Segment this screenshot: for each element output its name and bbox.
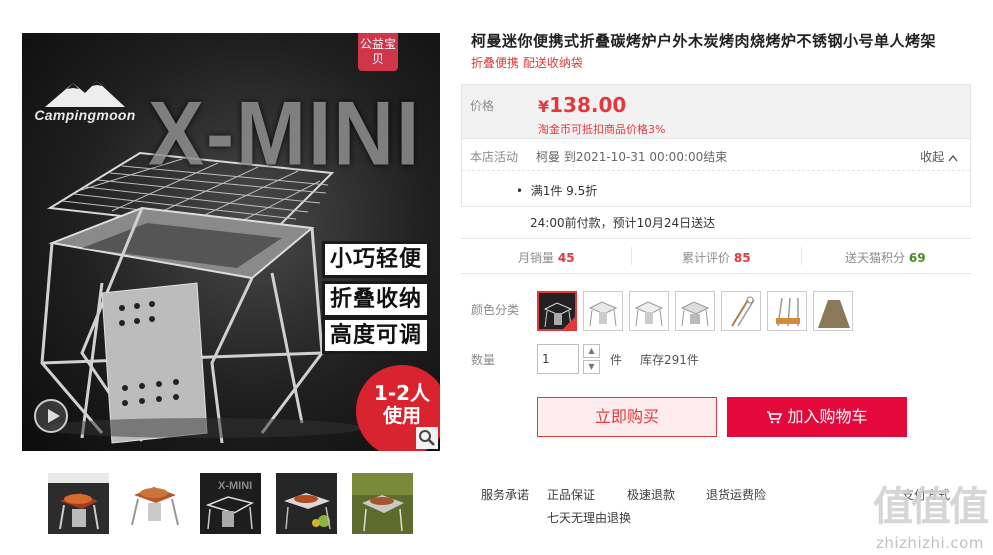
play-video-icon[interactable] <box>34 399 68 433</box>
chevron-up-icon <box>948 154 958 161</box>
people-usage: 使用 <box>382 405 421 427</box>
add-to-cart-button[interactable]: 加入购物车 <box>727 397 907 437</box>
delivery-estimate: 24:00前付款，预计10月24日送达 <box>530 216 716 230</box>
quantity-input[interactable]: 1 <box>537 344 579 374</box>
zoom-icon[interactable] <box>416 427 438 449</box>
add-to-cart-label: 加入购物车 <box>787 407 868 426</box>
color-option[interactable] <box>813 291 853 331</box>
color-label: 颜色分类 <box>471 303 520 317</box>
watermark-brand: 值值值 <box>873 484 989 530</box>
increase-button[interactable]: ▲ <box>583 344 600 358</box>
stock-count: 库存291件 <box>640 353 699 367</box>
quantity-label: 数量 <box>471 353 496 367</box>
quantity-unit: 件 <box>610 353 623 367</box>
watermark: 值值值 zhizhizhi.com <box>873 474 989 552</box>
selected-check-icon <box>563 317 575 329</box>
promotion-rule: • 满1件 9.5折 <box>516 182 597 199</box>
bullet-icon: • <box>516 184 524 198</box>
color-option[interactable] <box>629 291 669 331</box>
service-item[interactable]: 极速退款 <box>627 486 675 503</box>
price-value: ¥138.00 <box>538 93 626 117</box>
feature-label: 折叠收纳 <box>322 281 430 318</box>
price-label: 价格 <box>470 99 495 113</box>
product-title: 柯曼迷你便携式折叠碳烤炉户外木炭烤肉烧烤炉不锈钢小号单人烤架 <box>471 32 937 50</box>
color-option[interactable] <box>767 291 807 331</box>
total-reviews[interactable]: 累计评价 85 <box>682 249 751 266</box>
watermark-domain: zhizhizhi.com <box>876 534 984 552</box>
price-box: 价格 ¥138.00 淘金币可抵扣商品价格3% <box>461 84 971 139</box>
currency-symbol: ¥ <box>538 97 550 116</box>
thumbnail[interactable] <box>48 473 109 534</box>
brand-name: Campingmoon <box>34 107 136 123</box>
tmall-points-label: 送天猫积分 <box>845 251 906 265</box>
cart-icon <box>767 411 783 424</box>
divider <box>801 247 802 265</box>
tmall-points: 送天猫积分 69 <box>845 249 926 266</box>
brand-logo: Campingmoon <box>26 79 144 123</box>
buy-now-button[interactable]: 立即购买 <box>537 397 717 437</box>
color-option[interactable] <box>537 291 577 331</box>
decrease-button[interactable]: ▼ <box>583 360 600 374</box>
thumbnail[interactable] <box>124 473 185 534</box>
promotion-rule-text: 满1件 9.5折 <box>530 184 598 198</box>
main-product-image[interactable]: Campingmoon X-MINI 公益宝贝 小巧轻便 折叠收纳 高度可调 1… <box>22 33 440 451</box>
people-count: 1-2人 <box>373 381 431 405</box>
collapse-toggle[interactable]: 收起 <box>920 148 958 165</box>
sales-stats: 月销量 45 累计评价 85 送天猫积分 69 <box>461 238 971 274</box>
thumbnail[interactable] <box>276 473 337 534</box>
promotion-event: 柯曼 到2021-10-31 00:00:00结束 <box>536 150 728 164</box>
product-headline: X-MINI <box>148 82 422 184</box>
feature-label: 小巧轻便 <box>322 241 430 278</box>
price-note: 淘金币可抵扣商品价格3% <box>538 123 666 136</box>
monthly-sales-label: 月销量 <box>518 251 555 265</box>
service-item[interactable]: 七天无理由退换 <box>547 509 631 526</box>
product-subtitle: 折叠便携 配送收纳袋 <box>471 56 583 70</box>
color-option[interactable] <box>675 291 715 331</box>
thumbnail[interactable] <box>352 473 413 534</box>
color-option[interactable] <box>583 291 623 331</box>
mountain-icon <box>45 81 125 107</box>
collapse-label: 收起 <box>920 150 945 164</box>
service-item[interactable]: 正品保证 <box>547 486 595 503</box>
promotion-box: 本店活动 柯曼 到2021-10-31 00:00:00结束 收起 • 满1件 … <box>461 139 971 207</box>
svg-text:X-MINI: X-MINI <box>218 480 252 492</box>
promotion-label: 本店活动 <box>470 150 519 164</box>
service-label: 服务承诺 <box>481 488 530 502</box>
feature-label: 高度可调 <box>322 317 430 354</box>
monthly-sales: 月销量 45 <box>518 249 575 266</box>
divider <box>462 170 970 171</box>
price-amount: 138.00 <box>549 93 627 117</box>
total-reviews-label: 累计评价 <box>682 251 731 265</box>
charity-badge: 公益宝贝 <box>358 33 398 71</box>
tmall-points-value: 69 <box>908 251 926 265</box>
color-option[interactable] <box>721 291 761 331</box>
total-reviews-value: 85 <box>733 251 751 265</box>
monthly-sales-value: 45 <box>557 251 575 265</box>
thumbnail[interactable]: X-MINI <box>200 473 261 534</box>
service-item[interactable]: 退货运费险 <box>706 486 766 503</box>
divider <box>631 247 632 265</box>
